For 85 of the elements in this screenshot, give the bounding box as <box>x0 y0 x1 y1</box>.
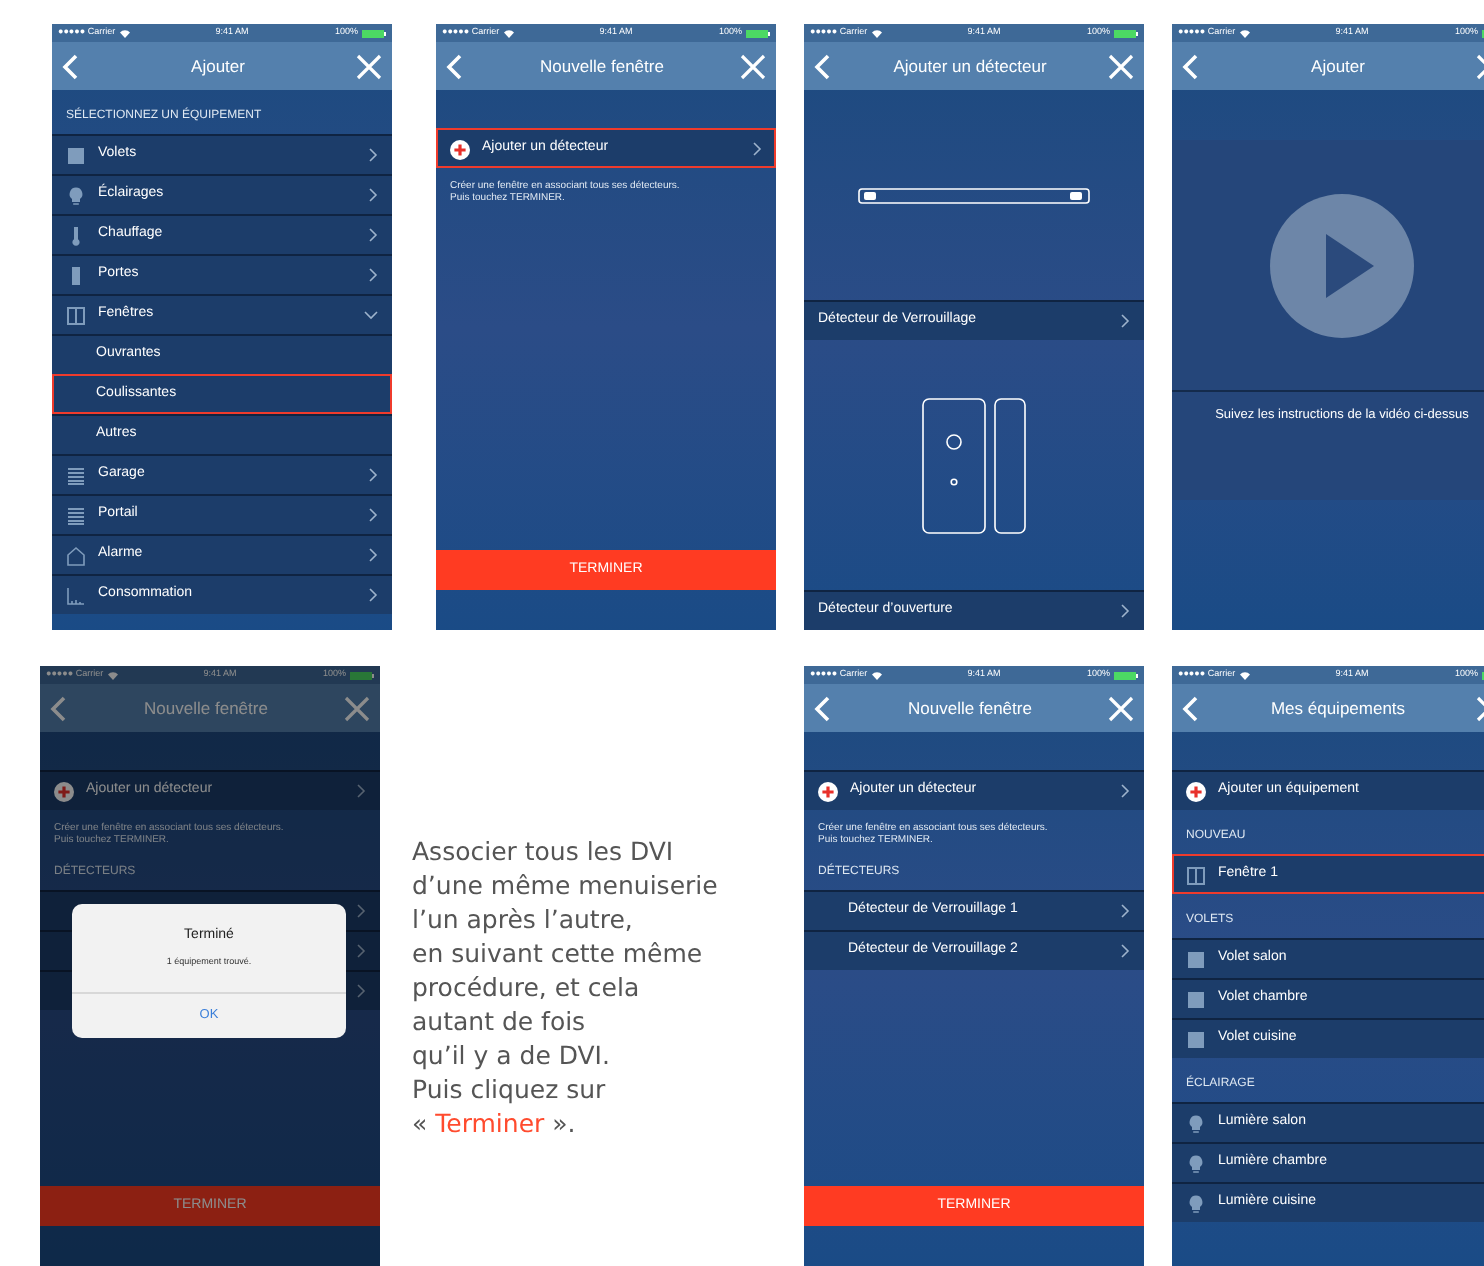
wifi-icon <box>107 671 118 679</box>
instruction-text: Associer tous les DVI d’une même menuiserie l’un après l’autre, en suivant cette même procédure, et cela autant de fois qu’il y a de DVI. Puis cliquez sur « Terminer ». <box>412 833 718 1139</box>
chevron-left-icon <box>814 53 830 79</box>
close-button[interactable] <box>1106 52 1134 80</box>
close-button[interactable] <box>342 694 370 722</box>
door-icon <box>66 265 86 285</box>
chevron-right-icon <box>368 268 378 282</box>
close-icon <box>355 53 381 79</box>
chevron-right-icon <box>368 548 378 562</box>
back-button[interactable] <box>1182 694 1202 722</box>
play-icon[interactable] <box>1270 193 1414 337</box>
chevron-right-icon <box>368 188 378 202</box>
add-icon <box>1186 781 1206 801</box>
battery-icon <box>1114 29 1138 37</box>
bulb-icon <box>66 185 86 205</box>
back-button[interactable] <box>1182 52 1202 80</box>
chevron-down-icon <box>364 310 378 320</box>
chevron-right-icon <box>1120 944 1130 958</box>
square-icon <box>1186 949 1206 969</box>
back-button[interactable] <box>814 52 834 80</box>
square-icon <box>1186 989 1206 1009</box>
chevron-right-icon <box>356 984 366 998</box>
thermometer-icon <box>66 225 86 245</box>
bulb-icon <box>1186 1113 1206 1133</box>
bulb-icon <box>1186 1153 1206 1173</box>
window-icon <box>66 305 86 325</box>
chart-icon <box>66 585 86 605</box>
wifi-icon <box>1239 29 1250 37</box>
wifi-icon <box>503 29 514 37</box>
chevron-right-icon <box>1120 604 1130 618</box>
battery-icon <box>362 29 386 37</box>
screen-title: Mes équipements <box>1270 695 1406 721</box>
chevron-right-icon <box>368 588 378 602</box>
close-button[interactable] <box>738 52 766 80</box>
window-icon <box>1186 865 1206 885</box>
chevron-left-icon <box>50 695 66 721</box>
close-button[interactable] <box>1106 694 1134 722</box>
chevron-right-icon <box>368 508 378 522</box>
back-button[interactable] <box>50 694 70 722</box>
wifi-icon <box>871 29 882 37</box>
house-icon <box>66 545 86 565</box>
close-icon <box>1107 53 1133 79</box>
battery-icon <box>350 671 374 679</box>
square-icon <box>66 145 86 165</box>
add-icon <box>54 781 74 801</box>
chevron-left-icon <box>1182 695 1198 721</box>
wifi-icon <box>871 671 882 679</box>
chevron-right-icon <box>368 228 378 242</box>
chevron-right-icon <box>356 944 366 958</box>
square-icon <box>1186 1029 1206 1049</box>
back-button[interactable] <box>446 52 466 80</box>
chevron-right-icon <box>1120 314 1130 328</box>
screen-title: Nouvelle fenêtre <box>908 695 1032 721</box>
screen-title: Ajouter un détecteur <box>893 53 1047 79</box>
close-icon <box>343 695 369 721</box>
shutter-lines-icon <box>66 465 86 485</box>
chevron-right-icon <box>356 784 366 798</box>
bulb-icon <box>1186 1193 1206 1213</box>
screen-title: Nouvelle fenêtre <box>540 53 664 79</box>
close-icon <box>739 53 765 79</box>
battery-icon <box>746 29 770 37</box>
add-icon <box>818 781 838 801</box>
add-icon <box>450 139 470 159</box>
screen-title: Nouvelle fenêtre <box>144 695 268 721</box>
back-button[interactable] <box>814 694 834 722</box>
close-icon <box>1107 695 1133 721</box>
screen-title: Ajouter <box>1311 53 1365 79</box>
chevron-right-icon <box>368 148 378 162</box>
screen-title: Ajouter <box>191 53 245 79</box>
chevron-left-icon <box>1182 53 1198 79</box>
door-sensor-drawing <box>922 397 1026 533</box>
chevron-right-icon <box>1120 784 1130 798</box>
wifi-icon <box>1239 671 1250 679</box>
chevron-left-icon <box>62 53 78 79</box>
back-button[interactable] <box>62 52 82 80</box>
close-button[interactable] <box>354 52 382 80</box>
chevron-right-icon <box>752 142 762 156</box>
battery-icon <box>1114 671 1138 679</box>
wifi-icon <box>119 29 130 37</box>
shutter-lines-icon <box>66 505 86 525</box>
chevron-left-icon <box>814 695 830 721</box>
chevron-left-icon <box>446 53 462 79</box>
chevron-right-icon <box>1120 904 1130 918</box>
chevron-right-icon <box>356 904 366 918</box>
chevron-right-icon <box>368 468 378 482</box>
